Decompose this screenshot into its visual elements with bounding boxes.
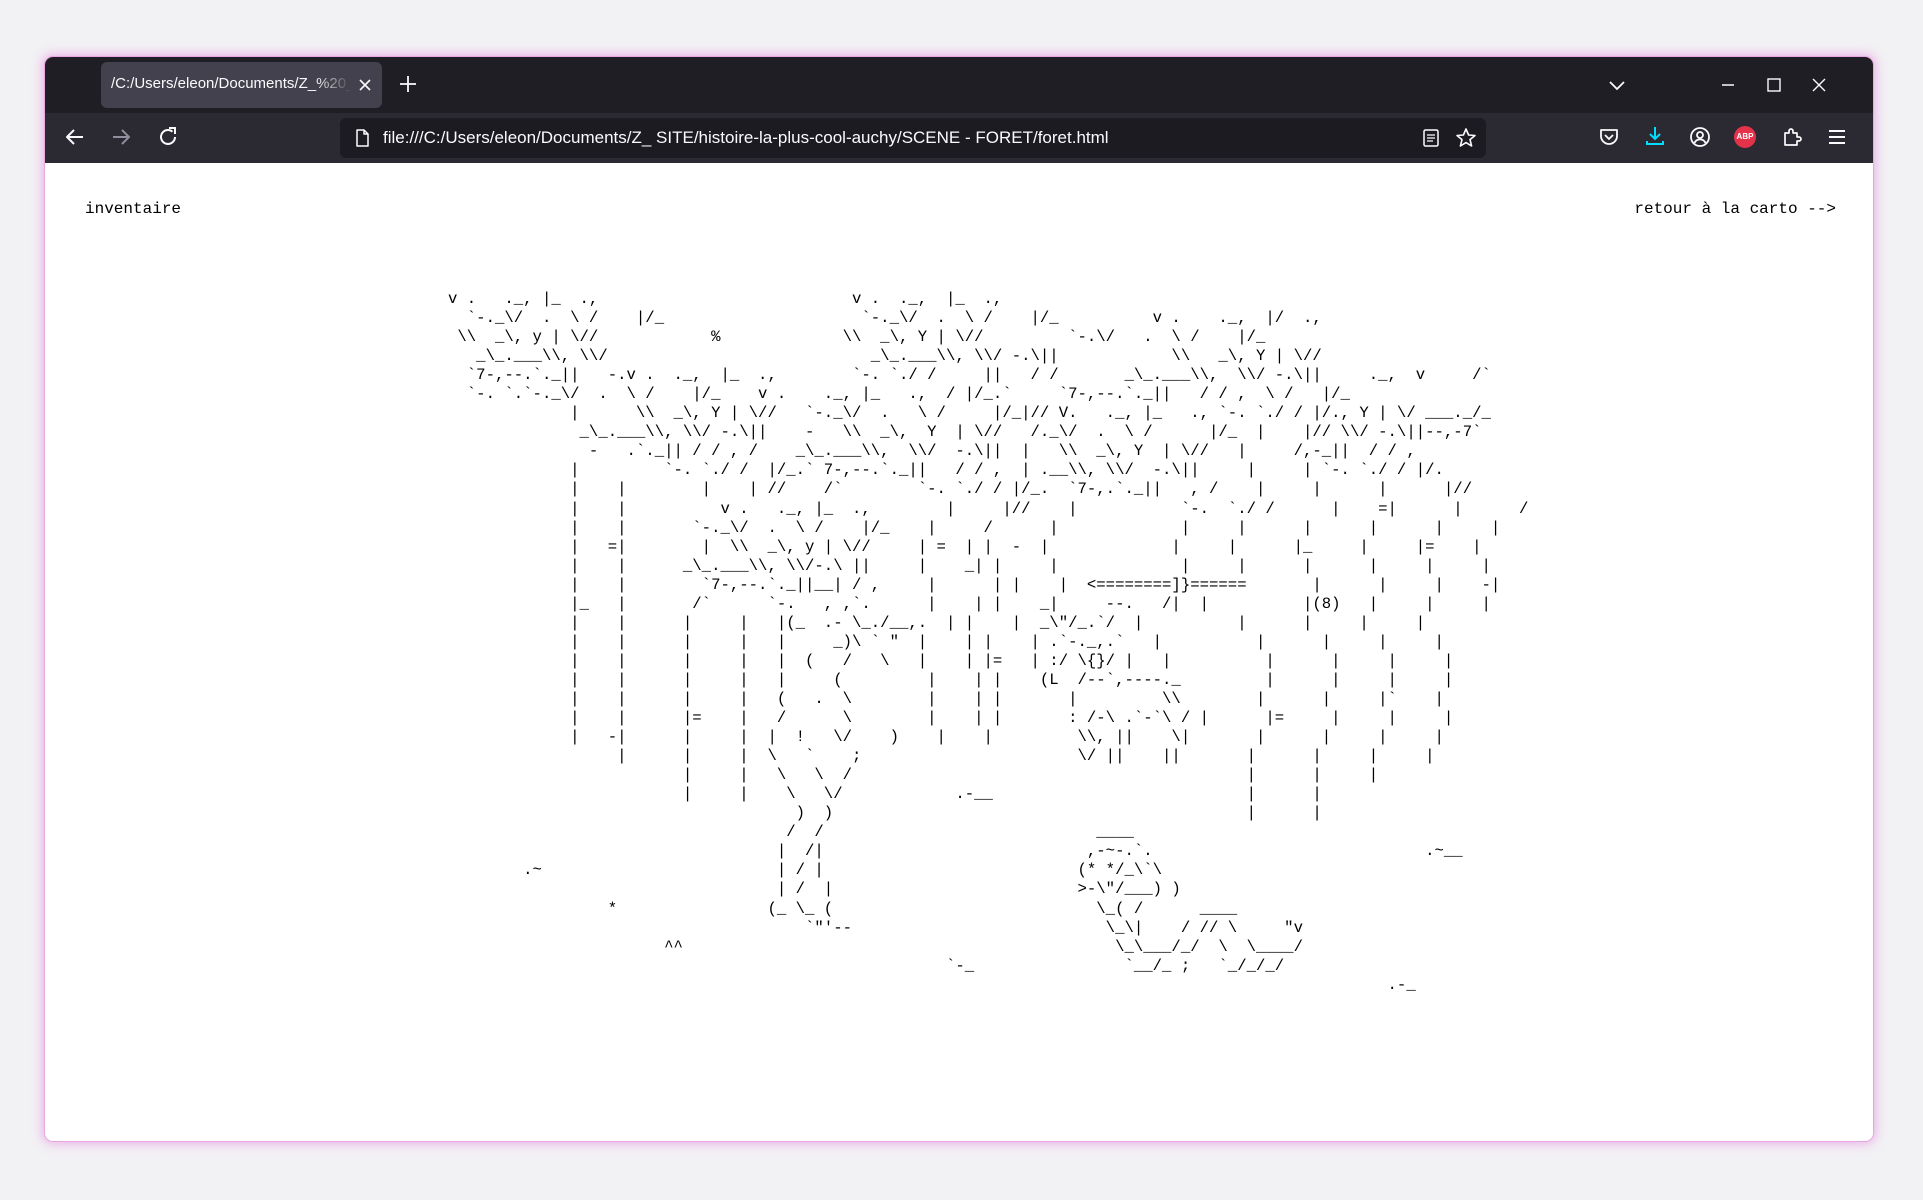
reader-view-icon[interactable]: [1420, 127, 1442, 149]
page-icon[interactable]: [352, 128, 372, 148]
extensions-puzzle-icon[interactable]: [1780, 125, 1804, 149]
tab-bar: /C:/Users/eleon/Documents/Z_%20_SITE: [45, 57, 1873, 113]
download-icon[interactable]: [1643, 124, 1667, 148]
minimize-icon[interactable]: [1717, 74, 1739, 96]
tab-title: /C:/Users/eleon/Documents/Z_%20_SITE: [111, 75, 351, 92]
pocket-icon[interactable]: [1597, 125, 1621, 149]
tab-active[interactable]: /C:/Users/eleon/Documents/Z_%20_SITE: [101, 62, 382, 108]
page-content: inventaire retour à la carto --> v . ._,…: [45, 163, 1873, 1141]
back-to-map-link[interactable]: retour à la carto -->: [1634, 200, 1836, 218]
address-bar[interactable]: file:///C:/Users/eleon/Documents/Z_ SITE…: [340, 118, 1486, 158]
forward-arrow-icon[interactable]: [109, 125, 133, 149]
forest-ascii-art: v . ._, |_ ., v . ._, |_ ., `-._\/ . \ /…: [448, 290, 1529, 994]
close-window-icon[interactable]: [1808, 74, 1830, 96]
navigation-toolbar: file:///C:/Users/eleon/Documents/Z_ SITE…: [45, 113, 1873, 163]
bookmark-star-icon[interactable]: [1454, 126, 1478, 150]
adblock-plus-icon[interactable]: ABP: [1734, 126, 1756, 148]
browser-window: /C:/Users/eleon/Documents/Z_%20_SITE: [45, 57, 1873, 1141]
hamburger-menu-icon[interactable]: [1825, 125, 1849, 149]
inventory-link[interactable]: inventaire: [85, 200, 181, 218]
url-text[interactable]: file:///C:/Users/eleon/Documents/Z_ SITE…: [383, 128, 1383, 150]
chevron-down-icon[interactable]: [1606, 74, 1628, 96]
close-tab-icon[interactable]: [356, 76, 374, 94]
account-icon[interactable]: [1688, 125, 1712, 149]
back-arrow-icon[interactable]: [63, 125, 87, 149]
reload-icon[interactable]: [156, 125, 180, 149]
maximize-icon[interactable]: [1763, 74, 1785, 96]
new-tab-plus-icon[interactable]: [397, 73, 419, 95]
